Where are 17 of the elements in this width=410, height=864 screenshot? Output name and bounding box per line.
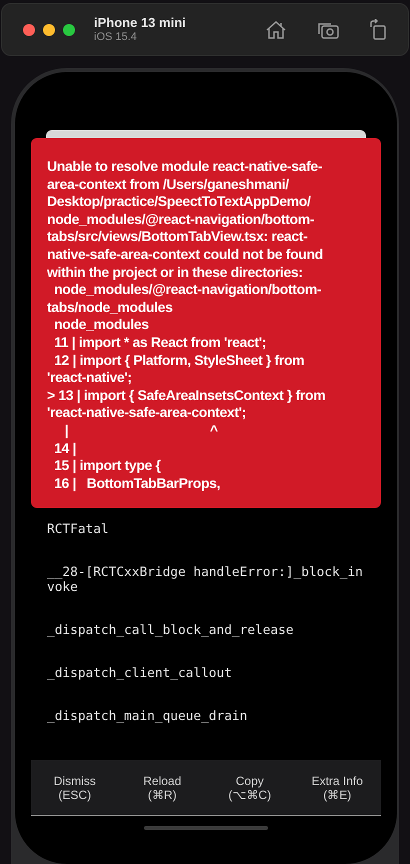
home-icon[interactable]	[265, 20, 287, 40]
action-button[interactable]: Reload (⌘R)	[118, 760, 206, 815]
rotate-icon[interactable]	[369, 18, 387, 40]
close-button[interactable]	[23, 24, 35, 36]
stack-frame[interactable]: _dispatch_client_callout	[47, 666, 365, 682]
error-message: Unable to resolve module react-native-safe- area-context from /Users/ganeshmani/ Desktop/practice/SpeectToTextAppDemo/ node_modules/@react-navigation/bottom- tabs/src/views/BottomTabView.tsx: react- native-safe-area-context could not be found within the project or in these directories: node_modules/@react-navigation/bottom- tabs/node_modules node_modules 11 | import * as React from 'react'; 12 | import { Platform, StyleSheet } from 'react-native'; > 13 | import { SafeAreaInsetsContext } from 'react-native-safe-area-context'; | ^ 14 | 15 | import type { 16 | BottomTabBarProps,	[47, 158, 326, 492]
stack-frame[interactable]: _dispatch_main_queue_drain	[47, 709, 365, 724]
stack-frame[interactable]: RCTFatal	[47, 522, 365, 538]
action-button[interactable]: Copy (⌥⌘C)	[206, 760, 294, 815]
zoom-button[interactable]	[63, 24, 75, 36]
minimize-button[interactable]	[43, 24, 55, 36]
action-button[interactable]: Dismiss (ESC)	[31, 760, 118, 815]
stack-frame[interactable]: __28-[RCTCxxBridge handleError:]_block_invoke	[47, 565, 365, 596]
os-version: iOS 15.4	[94, 30, 138, 44]
action-button[interactable]: Extra Info (⌘E)	[294, 760, 381, 815]
stack-frame[interactable]: _dispatch_call_block_and_release	[47, 623, 365, 638]
device-name: iPhone 13 mini	[94, 14, 186, 31]
